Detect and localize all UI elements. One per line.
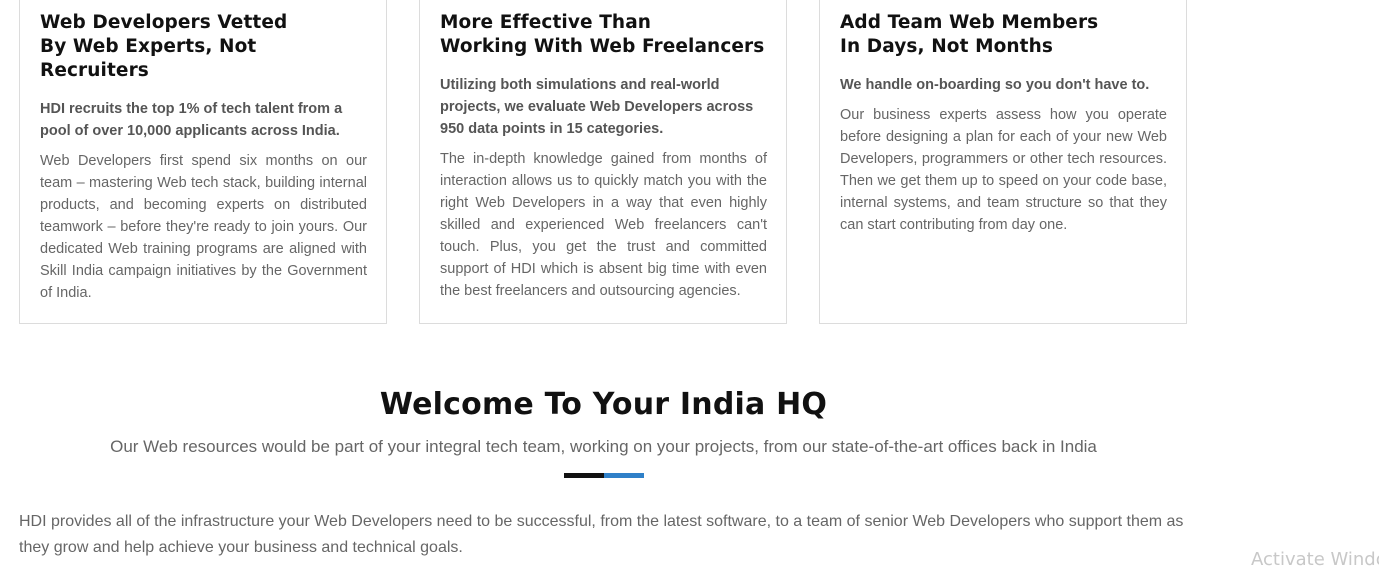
- section-subtitle: Our Web resources would be part of your …: [110, 437, 1097, 456]
- card-title: More Effective Than Working With Web Fre…: [440, 0, 767, 59]
- feature-cards: Web Developers Vetted By Web Experts, No…: [19, 0, 1188, 326]
- feature-card-effective: More Effective Than Working With Web Fre…: [419, 0, 787, 324]
- welcome-section: Welcome To Your India HQ Our Web resourc…: [0, 384, 1207, 458]
- card-lead: HDI recruits the top 1% of tech talent f…: [40, 101, 343, 139]
- card-title-line: Working With Web Freelancers: [440, 36, 765, 57]
- activate-windows-watermark: Activate Windo: [1251, 549, 1379, 570]
- card-body: The in-depth knowledge gained from month…: [440, 151, 767, 299]
- card-body: Web Developers first spend six months on…: [40, 153, 367, 301]
- card-title-line: In Days, Not Months: [840, 36, 1053, 57]
- card-body: Our business experts assess how you oper…: [840, 107, 1167, 233]
- card-title-line: More Effective Than: [440, 12, 652, 33]
- feature-card-team: Add Team Web Members In Days, Not Months…: [819, 0, 1187, 324]
- card-title: Web Developers Vetted By Web Experts, No…: [40, 0, 367, 83]
- section-divider: [564, 473, 644, 478]
- divider-dark-segment: [564, 473, 604, 478]
- card-title-line: Add Team Web Members: [840, 12, 1099, 33]
- card-title-line: Web Developers Vetted: [40, 12, 288, 33]
- feature-card-vetted: Web Developers Vetted By Web Experts, No…: [19, 0, 387, 324]
- card-lead: Utilizing both simulations and real-worl…: [440, 77, 754, 137]
- section-title: Welcome To Your India HQ: [379, 387, 828, 422]
- page: Web Developers Vetted By Web Experts, No…: [0, 0, 1379, 572]
- card-lead: We handle on-boarding so you don't have …: [840, 77, 1150, 93]
- infrastructure-paragraph: HDI provides all of the infrastructure y…: [19, 513, 1184, 556]
- divider-blue-segment: [604, 473, 644, 478]
- card-title: Add Team Web Members In Days, Not Months: [840, 0, 1167, 59]
- card-title-line: By Web Experts, Not Recruiters: [40, 36, 257, 81]
